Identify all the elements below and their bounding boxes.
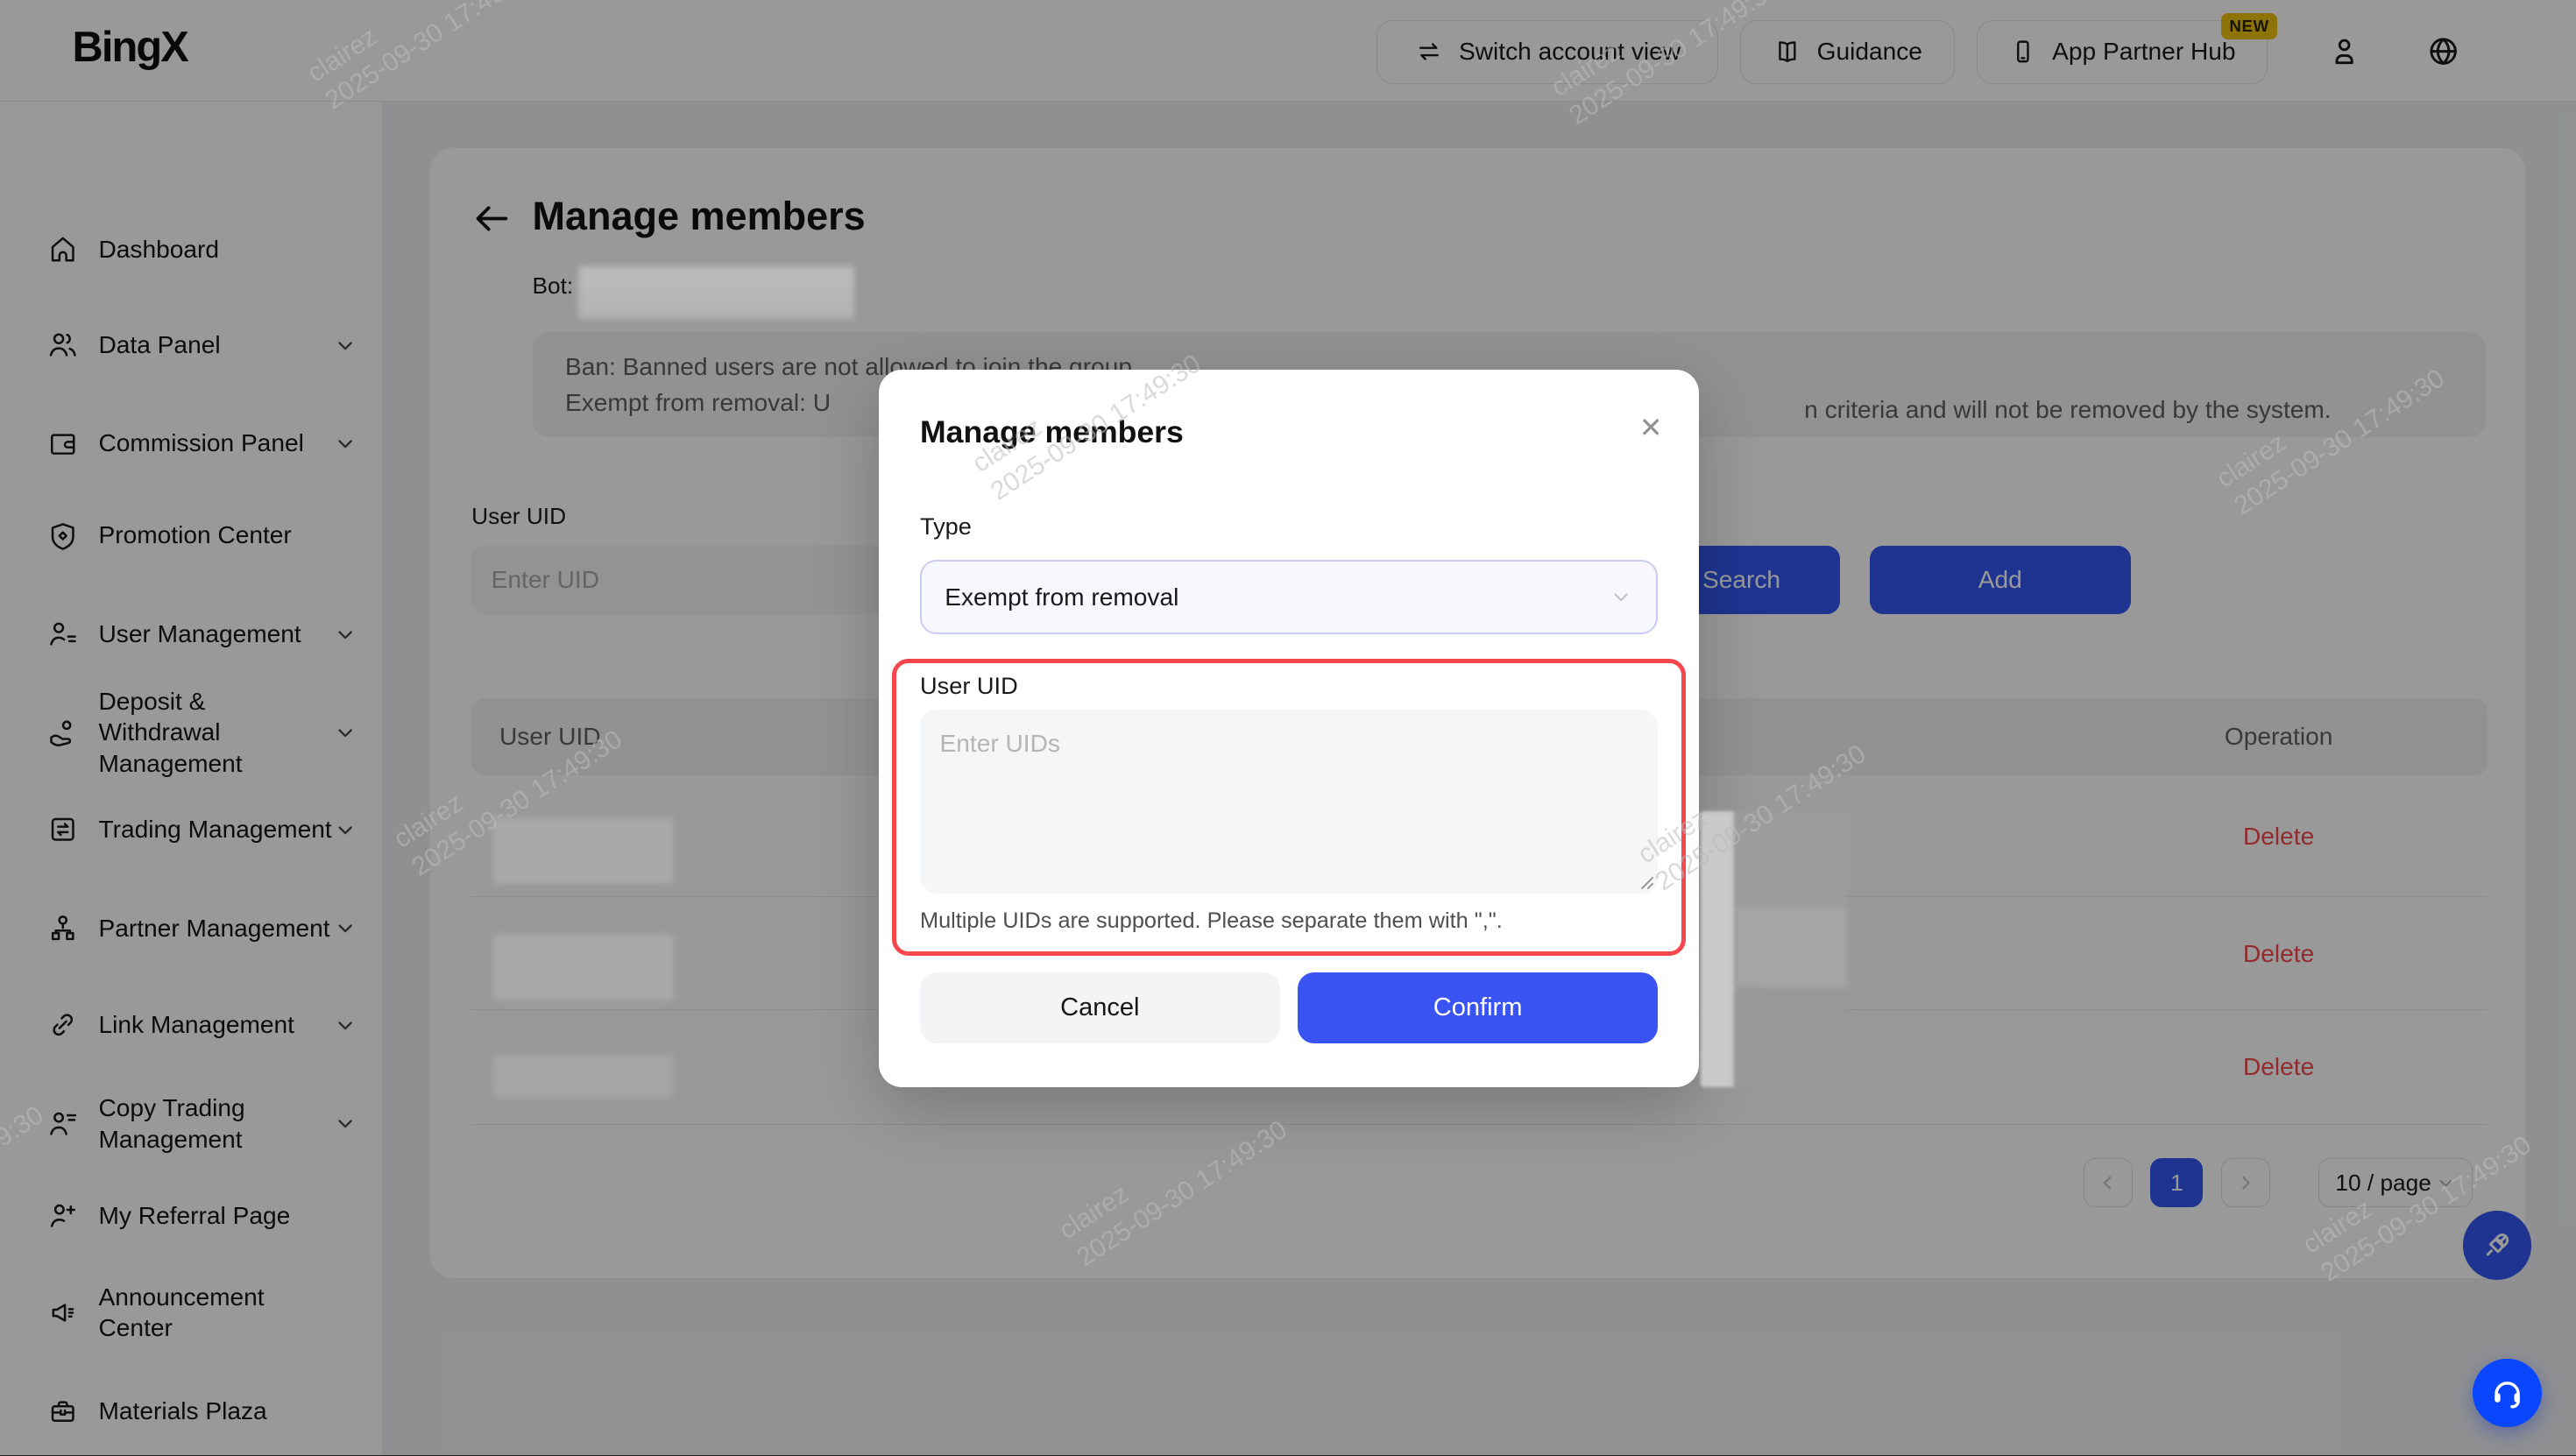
close-icon[interactable]: ✕ xyxy=(1639,411,1663,444)
modal-title: Manage members xyxy=(920,414,1184,450)
manage-members-modal: Manage members ✕ Type Exempt from remova… xyxy=(879,370,1699,1087)
type-label: Type xyxy=(920,512,972,541)
cancel-button[interactable]: Cancel xyxy=(920,972,1280,1043)
app-root: BingX Switch account view Guidance App P… xyxy=(0,0,2576,1455)
support-chat-button[interactable] xyxy=(2473,1359,2542,1428)
uids-helper-text: Multiple UIDs are supported. Please sepa… xyxy=(920,908,1503,934)
headset-icon xyxy=(2488,1374,2526,1411)
type-select[interactable]: Exempt from removal xyxy=(920,560,1658,633)
modal-uid-label: User UID xyxy=(920,672,1018,700)
uids-textarea[interactable] xyxy=(920,710,1658,894)
confirm-button[interactable]: Confirm xyxy=(1298,972,1658,1043)
type-select-value: Exempt from removal xyxy=(945,583,1178,611)
chevron-down-icon xyxy=(1610,585,1632,608)
